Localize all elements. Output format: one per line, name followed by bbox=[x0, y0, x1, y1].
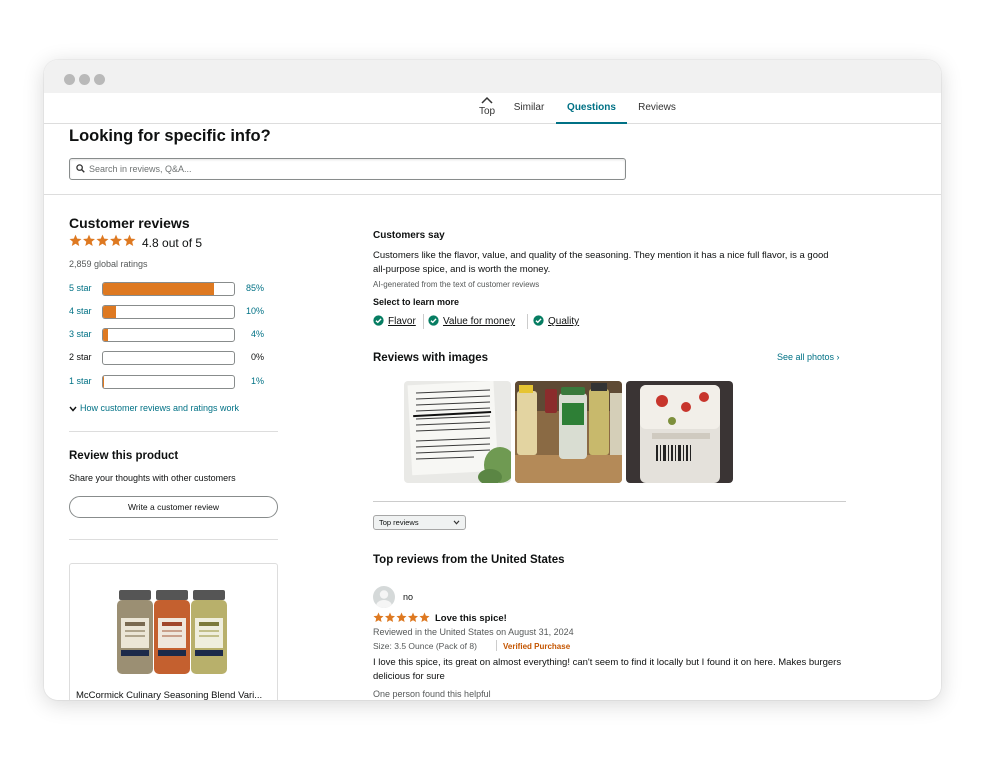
chip-separator bbox=[423, 314, 424, 329]
window-dot-icon[interactable] bbox=[79, 74, 90, 85]
divider bbox=[44, 194, 941, 195]
user-avatar-icon bbox=[376, 590, 392, 608]
histogram-label: 2 star bbox=[69, 352, 92, 362]
sort-reviews-select[interactable]: Top reviews bbox=[373, 515, 466, 530]
search-input[interactable] bbox=[89, 161, 609, 177]
check-circle-icon bbox=[428, 315, 439, 326]
global-ratings-count: 2,859 global ratings bbox=[69, 259, 148, 269]
aspect-chip-quality[interactable]: Quality bbox=[533, 315, 579, 329]
histogram-bar[interactable] bbox=[102, 305, 235, 319]
window-dot-icon[interactable] bbox=[64, 74, 75, 85]
histogram-percent[interactable]: 4% bbox=[251, 329, 264, 339]
aspect-chip-label: Flavor bbox=[388, 316, 416, 327]
window-dot-icon[interactable] bbox=[94, 74, 105, 85]
tab-top[interactable]: Top bbox=[472, 93, 502, 124]
histogram-row-5-star[interactable]: 5 star 85% bbox=[69, 282, 264, 296]
histogram-percent[interactable]: 10% bbox=[246, 306, 264, 316]
browser-window: Top Similar Questions Reviews Looking fo… bbox=[44, 60, 941, 700]
review-image-thumbnail[interactable] bbox=[404, 381, 511, 483]
tab-reviews[interactable]: Reviews bbox=[636, 93, 678, 124]
tab-similar[interactable]: Similar bbox=[510, 93, 548, 124]
customer-reviews-title: Customer reviews bbox=[69, 215, 190, 231]
check-circle-icon bbox=[373, 315, 384, 326]
histogram-row-2-star: 2 star 0% bbox=[69, 351, 264, 365]
reviewer-avatar[interactable] bbox=[373, 586, 395, 608]
ai-generated-note: AI-generated from the text of customer r… bbox=[373, 280, 540, 289]
average-rating-text: 4.8 out of 5 bbox=[142, 236, 203, 250]
product-image[interactable] bbox=[115, 586, 227, 678]
review-image-thumbnail[interactable] bbox=[515, 381, 622, 483]
tab-top-label: Top bbox=[478, 106, 496, 117]
search-box[interactable] bbox=[69, 158, 626, 180]
histogram-percent[interactable]: 1% bbox=[251, 376, 264, 386]
sponsored-product-card[interactable]: McCormick Culinary Seasoning Blend Vari.… bbox=[69, 563, 278, 700]
histogram-label[interactable]: 3 star bbox=[69, 329, 92, 339]
histogram-row-1-star[interactable]: 1 star 1% bbox=[69, 375, 264, 389]
tab-questions[interactable]: Questions bbox=[556, 93, 627, 124]
sponsored-product-title[interactable]: McCormick Culinary Seasoning Blend Vari.… bbox=[76, 690, 262, 700]
histogram-percent: 0% bbox=[250, 352, 264, 362]
histogram-fill bbox=[103, 283, 215, 295]
histogram-row-3-star[interactable]: 3 star 4% bbox=[69, 328, 264, 342]
histogram-label[interactable]: 1 star bbox=[69, 376, 92, 386]
search-icon bbox=[76, 164, 85, 173]
review-date: Reviewed in the United States on August … bbox=[373, 627, 574, 637]
write-review-button[interactable]: Write a customer review bbox=[69, 496, 278, 518]
star-rating-icon bbox=[69, 234, 136, 246]
how-reviews-work-link[interactable]: How customer reviews and ratings work bbox=[69, 403, 239, 413]
window-titlebar bbox=[44, 60, 941, 93]
check-circle-icon bbox=[533, 315, 544, 326]
histogram-fill bbox=[103, 329, 109, 341]
top-reviews-title: Top reviews from the United States bbox=[373, 554, 565, 566]
review-image-thumbnail[interactable] bbox=[626, 381, 733, 483]
histogram-bar[interactable] bbox=[102, 328, 235, 342]
sort-selected-value: Top reviews bbox=[379, 518, 419, 527]
aspect-chip-label: Value for money bbox=[443, 316, 516, 327]
see-all-photos-link[interactable]: See all photos › bbox=[777, 352, 840, 362]
divider bbox=[69, 539, 278, 540]
customers-say-title: Customers say bbox=[373, 230, 445, 241]
histogram-bar[interactable] bbox=[102, 375, 235, 389]
divider bbox=[373, 501, 846, 502]
review-body: I love this spice, its great on almost e… bbox=[373, 657, 842, 682]
histogram-bar bbox=[102, 351, 235, 365]
customers-say-summary: Customers like the flavor, value, and qu… bbox=[373, 250, 829, 275]
chevron-down-icon bbox=[453, 520, 460, 525]
divider bbox=[69, 431, 278, 432]
histogram-label[interactable]: 4 star bbox=[69, 306, 92, 316]
histogram-label[interactable]: 5 star bbox=[69, 283, 92, 293]
review-variant-size[interactable]: Size: 3.5 Ounce (Pack of 8) bbox=[373, 641, 477, 651]
learn-more-title: Select to learn more bbox=[373, 297, 460, 307]
review-photo-package bbox=[626, 381, 733, 483]
review-product-title: Review this product bbox=[69, 450, 179, 462]
page-content: Top Similar Questions Reviews Looking fo… bbox=[44, 93, 941, 700]
verified-purchase-badge: Verified Purchase bbox=[503, 642, 571, 651]
review-star-rating-icon[interactable] bbox=[373, 612, 431, 623]
histogram-bar[interactable] bbox=[102, 282, 235, 296]
aspect-chip-label: Quality bbox=[548, 316, 580, 327]
histogram-percent[interactable]: 85% bbox=[246, 283, 264, 293]
aspect-chip-flavor[interactable]: Flavor bbox=[373, 315, 416, 329]
meta-separator bbox=[496, 640, 497, 651]
helpful-count: One person found this helpful bbox=[373, 689, 491, 699]
review-photo-spice-shelf bbox=[515, 381, 622, 483]
reviews-with-images-title: Reviews with images bbox=[373, 352, 489, 364]
chip-separator bbox=[527, 314, 528, 329]
reviewer-name[interactable]: no bbox=[403, 592, 413, 602]
section-tab-bar: Top Similar Questions Reviews bbox=[44, 93, 941, 124]
histogram-fill bbox=[103, 376, 105, 388]
aspect-chip-value-for-money[interactable]: Value for money bbox=[428, 315, 515, 329]
page-title: Looking for specific info? bbox=[69, 127, 271, 145]
histogram-fill bbox=[103, 306, 117, 318]
histogram-row-4-star[interactable]: 4 star 10% bbox=[69, 305, 264, 319]
chevron-up-icon bbox=[481, 96, 493, 104]
review-photo-nutrition-label bbox=[404, 381, 511, 483]
how-reviews-work-label: How customer reviews and ratings work bbox=[80, 403, 240, 413]
review-product-subtitle: Share your thoughts with other customers bbox=[69, 473, 236, 483]
review-headline[interactable]: Love this spice! bbox=[435, 613, 507, 624]
chevron-down-icon bbox=[69, 406, 77, 412]
